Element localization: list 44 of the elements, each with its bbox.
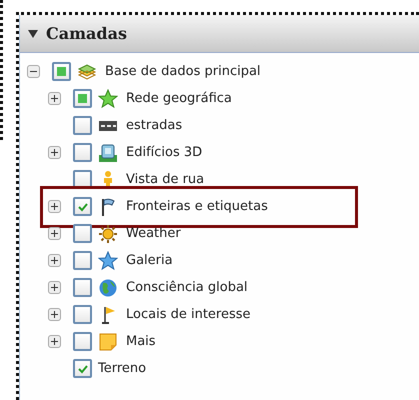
panel-title: Camadas [46,24,127,43]
layer-label[interactable]: Terreno [98,361,146,376]
expand-toggle[interactable] [48,335,60,348]
check-icon [76,362,88,374]
checkbox[interactable] [73,89,92,108]
layer-label[interactable]: Consciência global [126,280,248,295]
star-icon [98,250,118,270]
layer-label[interactable]: Weather [126,226,181,241]
check-icon [76,200,88,212]
collapse-triangle-icon[interactable] [28,30,38,38]
layer-label[interactable]: Mais [126,334,156,349]
checkbox[interactable] [52,62,71,81]
note-icon [98,332,118,352]
expand-toggle[interactable] [48,200,60,213]
expand-toggle[interactable] [48,254,60,267]
layer-label[interactable]: Fronteiras e etiquetas [126,199,268,214]
checkbox[interactable] [73,332,92,351]
checkbox[interactable] [73,251,92,270]
checkbox[interactable] [73,197,92,216]
layer-label[interactable]: Galeria [126,253,173,268]
layer-label[interactable]: Base de dados principal [105,64,261,79]
layer-label[interactable]: Rede geográfica [126,91,232,106]
layer-label[interactable]: Edifícios 3D [126,145,202,160]
layer-label[interactable]: Vista de rua [126,172,204,187]
globe-icon [98,278,118,298]
expand-toggle[interactable] [48,281,60,294]
layers-icon [77,62,97,82]
collapse-toggle[interactable] [26,65,40,78]
checkbox[interactable] [73,116,92,135]
checkbox[interactable] [73,224,92,243]
layer-label[interactable]: Locais de interesse [126,307,251,322]
expand-toggle[interactable] [48,146,60,159]
building-icon [98,142,118,162]
expand-toggle[interactable] [48,92,60,105]
checkbox[interactable] [73,278,92,297]
checkbox[interactable] [73,359,92,378]
star-icon [98,88,118,108]
expand-toggle[interactable] [48,227,60,240]
sun-icon [98,224,118,244]
checkbox[interactable] [73,305,92,324]
expand-toggle[interactable] [48,308,60,321]
checkbox[interactable] [73,143,92,162]
layer-label[interactable]: estradas [126,118,182,133]
panel-header[interactable]: Camadas [20,15,419,53]
